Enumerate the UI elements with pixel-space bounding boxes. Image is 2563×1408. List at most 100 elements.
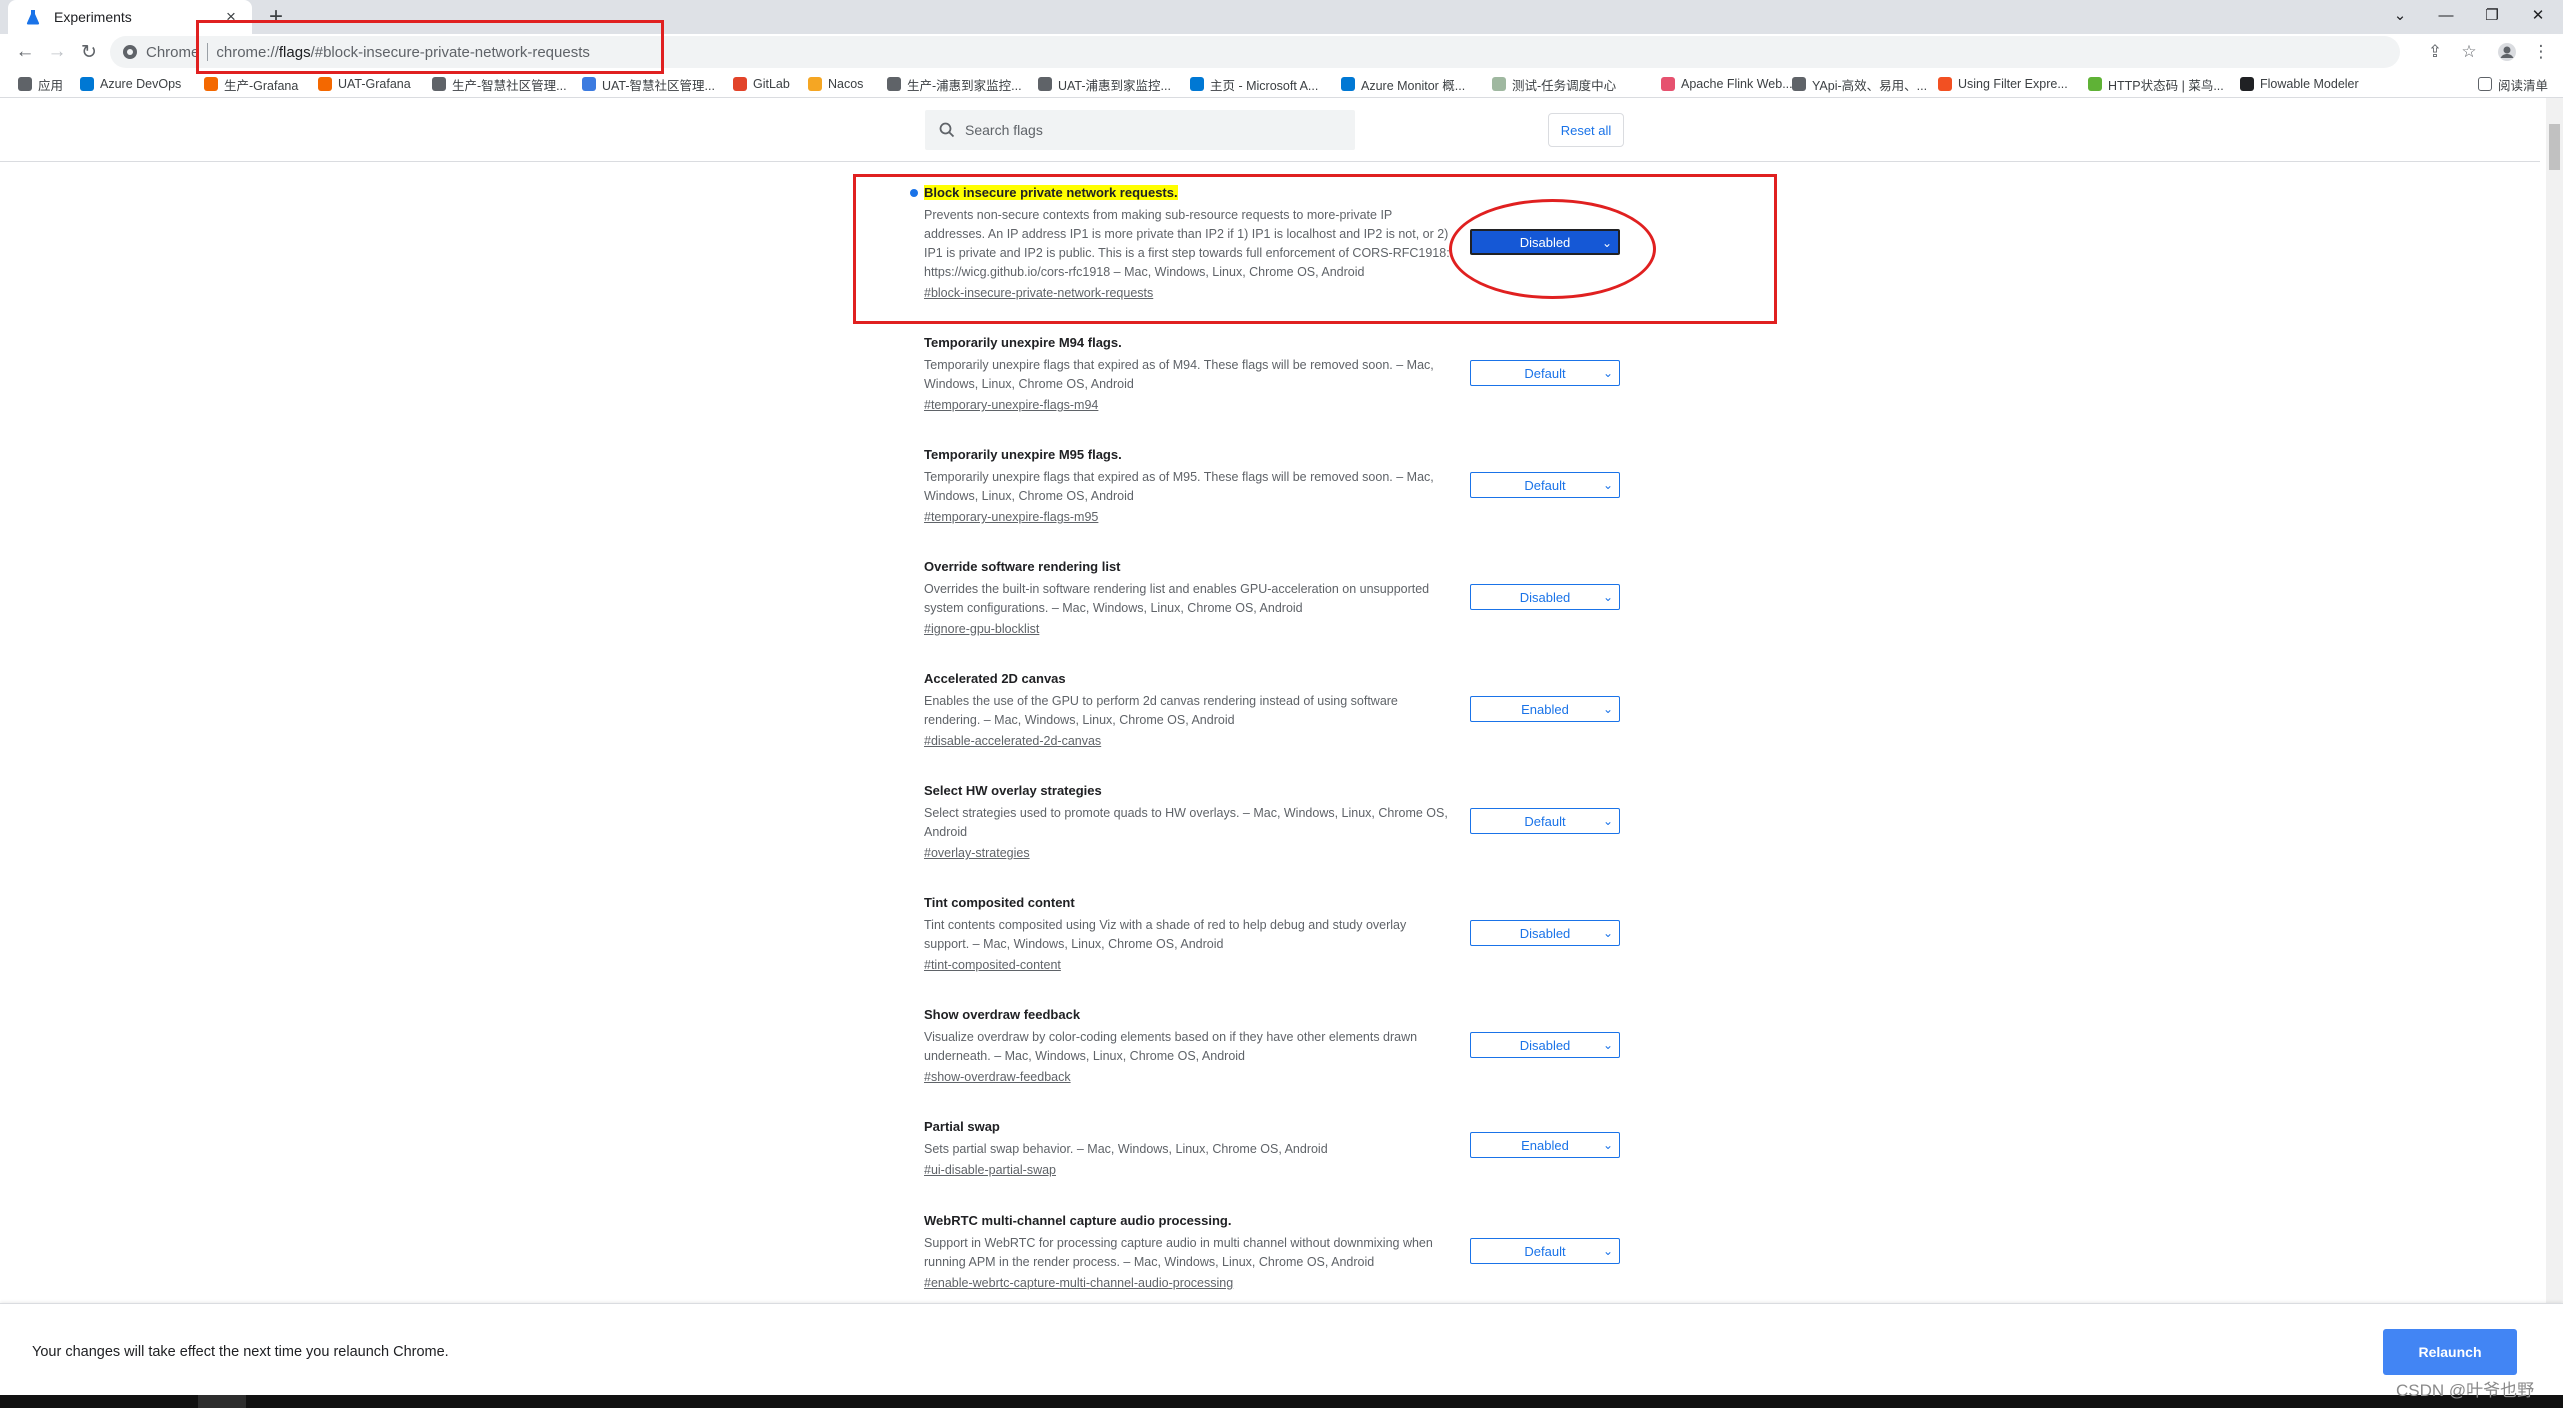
bookmark-favicon-icon	[1341, 77, 1355, 91]
relaunch-footer: Your changes will take effect the next t…	[0, 1303, 2563, 1395]
experiment-item: Show overdraw feedback Visualize overdraw…	[924, 1006, 1624, 1087]
experiment-permalink[interactable]: #ui-disable-partial-swap	[924, 1161, 1056, 1180]
bookmark-label: Apache Flink Web...	[1681, 77, 1793, 91]
annotation-url-box	[196, 20, 664, 74]
bookmark-label: GitLab	[753, 77, 790, 91]
experiment-state-select[interactable]: Disabled ⌄	[1470, 920, 1620, 946]
taskbar	[0, 1395, 2563, 1408]
bookmark-item[interactable]: 主页 - Microsoft A...	[1190, 74, 1318, 94]
flask-icon	[24, 8, 42, 26]
bookmark-item[interactable]: GitLab	[733, 74, 790, 94]
chevron-down-icon: ⌄	[1602, 478, 1613, 492]
experiment-state-value: Default	[1524, 365, 1566, 381]
experiment-item: Temporarily unexpire M94 flags. Temporari…	[924, 334, 1624, 415]
bookmark-item[interactable]: 生产-Grafana	[204, 74, 298, 94]
experiment-permalink[interactable]: #ignore-gpu-blocklist	[924, 620, 1039, 639]
bookmark-item[interactable]: HTTP状态码 | 菜鸟...	[2088, 74, 2224, 94]
experiment-permalink[interactable]: #show-overdraw-feedback	[924, 1068, 1071, 1087]
experiment-description: Temporarily unexpire flags that expired …	[924, 358, 1434, 391]
experiment-name: Override software rendering list	[924, 558, 1624, 576]
experiment-state-value: Enabled	[1521, 701, 1569, 717]
profile-avatar-icon[interactable]	[2493, 38, 2521, 66]
experiment-description: Overrides the built-in software renderin…	[924, 582, 1430, 615]
experiment-name: WebRTC multi-channel capture audio proce…	[924, 1212, 1624, 1230]
bookmark-favicon-icon	[1938, 77, 1952, 91]
bookmark-item[interactable]: Azure Monitor 概...	[1341, 74, 1465, 94]
chevron-down-icon: ⌄	[1602, 926, 1613, 940]
bookmark-label: Nacos	[828, 77, 864, 91]
bookmark-label: 生产-Grafana	[224, 78, 299, 93]
chevron-down-icon: ⌄	[1602, 1244, 1613, 1258]
reload-icon[interactable]: ↻	[74, 37, 104, 67]
bookmark-item[interactable]: 生产-浦惠到家监控...	[887, 74, 1022, 94]
bookmark-item[interactable]: Flowable Modeler	[2240, 74, 2359, 94]
bookmark-item[interactable]: UAT-浦惠到家监控...	[1038, 74, 1171, 94]
experiment-state-select[interactable]: Default ⌄	[1470, 360, 1620, 386]
bookmark-item[interactable]: Apache Flink Web...	[1661, 74, 1793, 94]
search-flags-input[interactable]: Search flags	[925, 110, 1355, 150]
minimize-icon[interactable]: —	[2423, 0, 2469, 30]
bookmark-item[interactable]: Using Filter Expre...	[1938, 74, 2068, 94]
chevron-down-icon: ⌄	[1602, 1138, 1613, 1152]
bookmark-label: Azure Monitor 概...	[1361, 78, 1466, 93]
bookmark-item[interactable]: Nacos	[808, 74, 863, 94]
bookmark-favicon-icon	[2088, 77, 2102, 91]
experiment-permalink[interactable]: #enable-webrtc-capture-multi-channel-aud…	[924, 1274, 1233, 1293]
experiment-state-value: Default	[1524, 813, 1566, 829]
bookmark-item[interactable]: Azure DevOps	[80, 74, 181, 94]
bookmark-item[interactable]: UAT-智慧社区管理...	[582, 74, 715, 94]
experiment-permalink[interactable]: #tint-composited-content	[924, 956, 1061, 975]
scrollbar-thumb[interactable]	[2549, 124, 2560, 170]
bookmark-item[interactable]: YApi-高效、易用、...	[1792, 74, 1927, 94]
experiment-permalink[interactable]: #temporary-unexpire-flags-m95	[924, 508, 1098, 527]
share-icon[interactable]: ⇪	[2421, 38, 2449, 66]
bookmark-item[interactable]: 生产-智慧社区管理...	[432, 74, 567, 94]
menu-icon[interactable]: ⋮	[2527, 38, 2555, 66]
experiment-item: Accelerated 2D canvas Enables the use of …	[924, 670, 1624, 751]
experiment-item: Tint composited content Tint contents com…	[924, 894, 1624, 975]
chevron-down-icon: ⌄	[1602, 814, 1613, 828]
bookmark-item[interactable]: 测试-任务调度中心	[1492, 74, 1616, 94]
experiment-state-select[interactable]: Default ⌄	[1470, 472, 1620, 498]
search-placeholder: Search flags	[965, 122, 1043, 138]
scrollbar-track[interactable]	[2546, 98, 2563, 1303]
bookmark-label: Azure DevOps	[100, 77, 182, 91]
relaunch-button[interactable]: Relaunch	[2383, 1329, 2517, 1375]
bookmark-label: UAT-浦惠到家监控...	[1058, 78, 1171, 93]
bookmark-favicon-icon	[318, 77, 332, 91]
reading-list-button[interactable]: 阅读清单	[2478, 74, 2548, 94]
search-icon	[939, 122, 955, 138]
experiment-description: Select strategies used to promote quads …	[924, 806, 1448, 839]
experiment-state-select[interactable]: Enabled ⌄	[1470, 696, 1620, 722]
experiment-state-select[interactable]: Default ⌄	[1470, 808, 1620, 834]
reset-all-button[interactable]: Reset all	[1548, 113, 1624, 147]
bookmark-star-icon[interactable]: ☆	[2455, 38, 2483, 66]
bookmark-favicon-icon	[733, 77, 747, 91]
restore-icon[interactable]: ❐	[2469, 0, 2515, 30]
experiment-permalink[interactable]: #overlay-strategies	[924, 844, 1030, 863]
experiment-name-text: Tint composited content	[924, 895, 1075, 910]
close-window-icon[interactable]: ✕	[2515, 0, 2561, 30]
bookmark-item[interactable]: 应用	[18, 74, 63, 94]
back-icon[interactable]: ←	[10, 37, 40, 67]
experiment-state-select[interactable]: Enabled ⌄	[1470, 1132, 1620, 1158]
taskbar-active-item[interactable]	[198, 1395, 246, 1408]
forward-icon[interactable]: →	[42, 37, 72, 67]
watermark: CSDN @叶爷也野	[2396, 1381, 2535, 1400]
tab-search-icon[interactable]: ⌄	[2377, 0, 2423, 30]
experiment-state-select[interactable]: Default ⌄	[1470, 1238, 1620, 1264]
experiment-state-value: Enabled	[1521, 1137, 1569, 1153]
experiment-item: WebRTC multi-channel capture audio proce…	[924, 1212, 1624, 1293]
bookmark-label: YApi-高效、易用、...	[1812, 78, 1928, 93]
chevron-down-icon: ⌄	[1602, 590, 1613, 604]
chevron-down-icon: ⌄	[1602, 1038, 1613, 1052]
bookmark-favicon-icon	[2240, 77, 2254, 91]
experiment-state-select[interactable]: Disabled ⌄	[1470, 584, 1620, 610]
experiment-permalink[interactable]: #temporary-unexpire-flags-m94	[924, 396, 1098, 415]
bookmark-label: 生产-浦惠到家监控...	[907, 78, 1022, 93]
experiment-state-value: Disabled	[1519, 589, 1571, 605]
experiment-state-select[interactable]: Disabled ⌄	[1470, 1032, 1620, 1058]
bookmark-item[interactable]: UAT-Grafana	[318, 74, 411, 94]
experiment-description: Temporarily unexpire flags that expired …	[924, 470, 1434, 503]
experiment-permalink[interactable]: #disable-accelerated-2d-canvas	[924, 732, 1101, 751]
